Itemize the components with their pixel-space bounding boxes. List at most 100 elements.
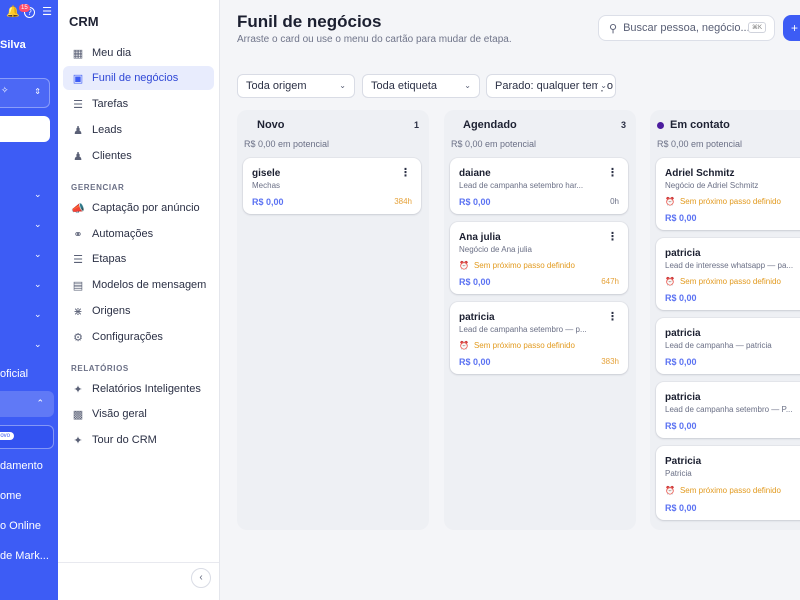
deal-card[interactable]: Adriel Schmitz Negócio de Adriel Schmitz… — [656, 158, 800, 230]
warning-text: Sem próximo passo definido — [473, 341, 575, 350]
sparkle-icon: ✦ — [73, 383, 83, 396]
sidebar-item-label: Clientes — [92, 150, 132, 162]
sidebar-item-leads[interactable]: ♟ Leads — [63, 118, 214, 142]
sidebar-item-label: Etapas — [92, 253, 127, 265]
stopped-filter-select[interactable]: Parado: qualquer tempo ⌄ — [486, 74, 616, 98]
sidebar-item-funil[interactable]: ▣ Funil de negócios — [63, 66, 214, 90]
sidebar-item-relatorios-inteligentes[interactable]: ✦ Relatórios Inteligentes — [63, 377, 214, 401]
card-menu-icon[interactable]: ⋮ — [607, 168, 618, 179]
deal-value: R$ 0,00 — [665, 357, 697, 367]
rail-item-oficial[interactable]: oficial — [0, 368, 28, 380]
column-potential: R$ 0,00 em potencial — [451, 139, 537, 149]
layers-icon: ☰ — [73, 253, 83, 266]
sidebar-item-label: Funil de negócios — [92, 72, 179, 84]
no-next-step-warning: ⏰ Sem próximo passo definido — [459, 341, 575, 350]
bell-icon[interactable]: 🔔 — [6, 6, 20, 18]
deal-card[interactable]: Patricia Patricia ⏰ Sem próximo passo de… — [656, 446, 800, 520]
alarm-clock-icon: ⏰ — [459, 261, 469, 270]
rail-item-marketing[interactable]: de Mark... — [0, 550, 49, 562]
deal-name: patricia — [665, 328, 701, 339]
automation-icon: ⚭ — [73, 228, 83, 241]
deal-card[interactable]: patricia Lead de interesse whatsapp — pa… — [656, 238, 800, 310]
sidebar-item-label: Configurações — [92, 331, 163, 343]
sidebar-item-label: Origens — [92, 305, 131, 317]
chevron-down-icon[interactable]: ⌄ — [34, 309, 42, 320]
sidebar-item-origens[interactable]: ⋇ Origens — [63, 299, 214, 323]
origin-filter-select[interactable]: Toda origem ⌄ — [237, 74, 355, 98]
chevron-down-icon[interactable]: ⌄ — [34, 339, 42, 350]
deal-name: patricia — [459, 312, 495, 323]
deal-subtitle: Negócio de Adriel Schmitz — [665, 181, 759, 190]
rail-top-icons: 🔔 15 ? ☰ — [6, 4, 53, 18]
deal-subtitle: Lead de campanha setembro — p... — [459, 325, 587, 334]
rail-item-home[interactable]: ome — [0, 490, 21, 502]
checklist-icon: ☰ — [73, 98, 83, 111]
rail-item-crm-active[interactable]: ⌃ — [0, 391, 54, 417]
rail-search-box[interactable] — [0, 116, 50, 142]
deal-card[interactable]: patricia Lead de campanha setembro — P..… — [656, 382, 800, 438]
sidebar-item-visao-geral[interactable]: ▩ Visão geral — [63, 402, 214, 426]
collapse-sidebar-button[interactable]: ‹ — [191, 568, 211, 588]
sidebar-item-label: Meu dia — [92, 47, 132, 59]
sidebar-title: CRM — [69, 14, 99, 29]
no-next-step-warning: ⏰ Sem próximo passo definido — [459, 261, 575, 270]
column-title: Novo — [257, 119, 285, 131]
deal-card[interactable]: patricia Lead de campanha setembro — p..… — [450, 302, 628, 374]
sidebar-item-etapas[interactable]: ☰ Etapas — [63, 247, 214, 271]
message-template-icon: ▤ — [72, 279, 84, 292]
deal-card[interactable]: daiane Lead de campanha setembro har... … — [450, 158, 628, 214]
search-input[interactable]: ⚲ Buscar pessoa, negócio... ⌘K — [598, 15, 775, 41]
sidebar-item-captacao[interactable]: 📣 Captação por anúncio — [63, 196, 214, 220]
column-count: 1 — [413, 120, 419, 130]
deal-card[interactable]: gisele Mechas ⋮ R$ 0,00 384h — [243, 158, 421, 214]
card-menu-icon[interactable]: ⋮ — [400, 168, 411, 179]
deal-value: R$ 0,00 — [459, 277, 491, 287]
stage-color-dot — [657, 121, 664, 129]
warning-text: Sem próximo passo definido — [679, 277, 781, 286]
chevron-down-icon[interactable]: ⌄ — [34, 279, 42, 290]
pipeline-column-novo: Novo 1 R$ 0,00 em potencial gisele Mecha… — [237, 110, 429, 530]
search-icon: ⚲ — [609, 22, 618, 35]
card-menu-icon[interactable]: ⋮ — [607, 312, 618, 323]
warning-text: Sem próximo passo definido — [679, 197, 781, 206]
rail-item-agendamento[interactable]: damento — [0, 460, 43, 472]
sidebar-item-clientes[interactable]: ♟ Clientes — [63, 144, 214, 168]
chevron-down-icon[interactable]: ⌄ — [34, 219, 42, 230]
deal-subtitle: Negócio de Ana julia — [459, 245, 532, 254]
sidebar-item-configuracoes[interactable]: ⚙ Configurações — [63, 325, 214, 349]
sidebar-item-tour[interactable]: ✦ Tour do CRM — [63, 428, 214, 452]
main-content: Funil de negócios Arraste o card ou use … — [220, 0, 800, 600]
tag-filter-select[interactable]: Toda etiqueta ⌄ — [362, 74, 480, 98]
deal-card[interactable]: patricia Lead de campanha — patricia R$ … — [656, 318, 800, 374]
sidebar-item-modelos[interactable]: ▤ Modelos de mensagem — [63, 273, 214, 297]
menu-list-icon[interactable]: ☰ — [41, 6, 53, 18]
deal-name: daiane — [459, 168, 491, 179]
rail-item-online[interactable]: o Online — [0, 520, 41, 532]
column-title-wrap: Em contato — [657, 119, 730, 131]
deal-value: R$ 0,00 — [665, 503, 697, 513]
sidebar-item-label: Automações — [92, 228, 154, 240]
user-name[interactable]: Silva — [0, 39, 26, 51]
chevron-down-icon: ⌄ — [339, 81, 346, 90]
sidebar-item-tarefas[interactable]: ☰ Tarefas — [63, 92, 214, 116]
card-menu-icon[interactable]: ⋮ — [607, 232, 618, 243]
filter-value: Toda origem — [246, 80, 307, 92]
column-title: Em contato — [670, 119, 730, 131]
add-button[interactable]: + — [783, 15, 800, 41]
sidebar-item-automacoes[interactable]: ⚭ Automações — [63, 222, 214, 246]
rail-item-new[interactable]: novo — [0, 425, 54, 449]
chevron-down-icon[interactable]: ⌄ — [34, 189, 42, 200]
sidebar-item-label: Tour do CRM — [92, 434, 157, 446]
workspace-dot-icon: ✧ — [1, 85, 9, 95]
grid-icon: ▦ — [72, 47, 84, 60]
warning-text: Sem próximo passo definido — [473, 261, 575, 270]
deal-card[interactable]: Ana julia Negócio de Ana julia ⋮ ⏰ Sem p… — [450, 222, 628, 294]
workspace-selector[interactable]: ✧ ⇕ — [0, 78, 50, 108]
alarm-clock-icon: ⏰ — [665, 197, 675, 206]
deal-value: R$ 0,00 — [252, 197, 284, 207]
sidebar-item-meu-dia[interactable]: ▦ Meu dia — [63, 41, 214, 65]
chevron-down-icon[interactable]: ⌄ — [34, 249, 42, 260]
sidebar-item-label: Tarefas — [92, 98, 129, 110]
funnel-board-icon: ▣ — [72, 72, 84, 85]
deal-subtitle: Lead de campanha setembro har... — [459, 181, 584, 190]
